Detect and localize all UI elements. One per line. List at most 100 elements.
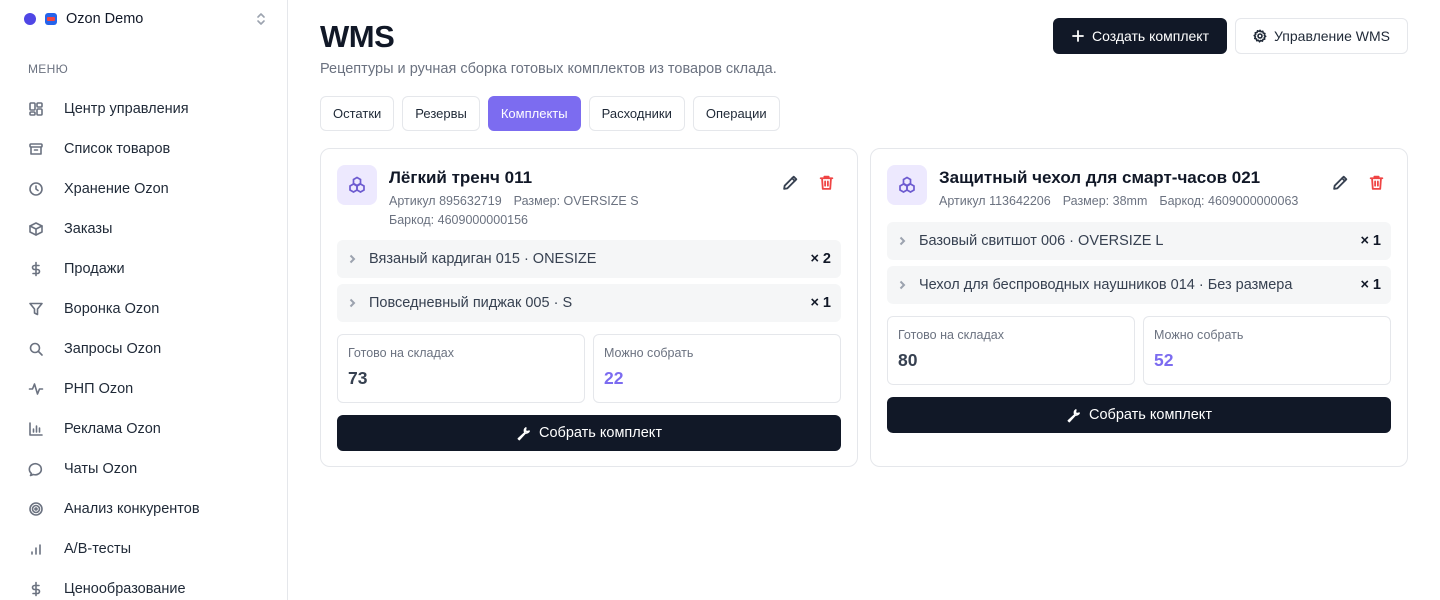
sidebar-item-products[interactable]: Список товаров	[28, 129, 268, 169]
component-row[interactable]: Вязаный кардиган 015 · ONESIZE × 2	[337, 240, 841, 278]
plus-icon	[1071, 29, 1085, 43]
delete-kit-button[interactable]	[1365, 171, 1387, 193]
component-name: Чехол для беспроводных наушников 014 · Б…	[919, 277, 1293, 293]
sidebar-item-label: Заказы	[64, 221, 113, 237]
sidebar-item-label: Продажи	[64, 261, 125, 277]
org-name: Ozon Demo	[66, 11, 144, 27]
target-icon	[28, 501, 44, 517]
tab-bar: Остатки Резервы Комплекты Расходники Опе…	[320, 96, 788, 131]
kit-barcode: Баркод: 4609000000156	[389, 213, 529, 227]
kit-meta: Артикул 895632719 Размер: OVERSIZE S Барк…	[389, 192, 759, 230]
activity-icon	[28, 381, 44, 397]
edit-kit-button[interactable]	[779, 171, 801, 193]
chevron-right-icon	[347, 298, 359, 308]
component-name: Вязаный кардиган 015 · ONESIZE	[369, 251, 597, 267]
ready-value: 80	[898, 350, 918, 370]
menu-section-label: МЕНЮ	[28, 62, 68, 76]
dollar-icon	[28, 261, 44, 277]
sidebar-item-label: Список товаров	[64, 141, 171, 157]
kit-size: Размер: 38mm	[1062, 194, 1148, 208]
filter-icon	[28, 301, 44, 317]
buildable-label: Можно собрать	[604, 346, 694, 360]
wrench-icon	[516, 426, 539, 441]
sidebar-item-label: Центр управления	[64, 101, 189, 117]
kit-card: Лёгкий тренч 011 Артикул 895632719 Размер…	[320, 148, 858, 467]
kit-title: Лёгкий тренч 011	[389, 168, 533, 187]
component-qty: × 2	[810, 251, 831, 267]
chevron-right-icon	[897, 236, 909, 246]
buildable-value: 22	[604, 368, 624, 388]
sidebar-item-funnel[interactable]: Воронка Ozon	[28, 289, 268, 329]
create-kit-button[interactable]: Создать комплект	[1053, 18, 1227, 54]
sidebar-item-competitors[interactable]: Анализ конкурентов	[28, 489, 268, 529]
component-qty: × 1	[1360, 277, 1381, 293]
kit-icon	[887, 165, 927, 205]
sidebar-item-label: Запросы Ozon	[64, 341, 162, 357]
tab-stock[interactable]: Остатки	[320, 96, 395, 131]
tab-kits[interactable]: Комплекты	[487, 96, 581, 131]
buildable-stat: Можно собрать 22	[593, 334, 841, 403]
chevrons-up-down-icon	[254, 10, 268, 28]
pencil-icon	[782, 175, 797, 190]
signal-bars-icon	[28, 541, 44, 557]
kit-meta: Артикул 113642206 Размер: 38mm Баркод: 460…	[939, 192, 1309, 211]
chevron-right-icon	[347, 254, 359, 264]
component-row[interactable]: Базовый свитшот 006 · OVERSIZE L × 1	[887, 222, 1391, 260]
component-name: Повседневный пиджак 005 · S	[369, 295, 573, 311]
sidebar-item-ads[interactable]: Реклама Ozon	[28, 409, 268, 449]
component-name: Базовый свитшот 006 · OVERSIZE L	[919, 233, 1164, 249]
wrench-icon	[1066, 408, 1089, 423]
sidebar-item-dashboard[interactable]: Центр управления	[28, 89, 268, 129]
archive-icon	[28, 141, 44, 157]
dashboard-icon	[28, 101, 44, 117]
sidebar-item-orders[interactable]: Заказы	[28, 209, 268, 249]
page-title: WMS	[320, 19, 395, 54]
ready-label: Готово на складах	[898, 328, 1004, 342]
component-row[interactable]: Чехол для беспроводных наушников 014 · Б…	[887, 266, 1391, 304]
manage-wms-label: Управление WMS	[1274, 28, 1390, 44]
sidebar-item-label: Чаты Ozon	[64, 461, 138, 477]
sidebar-item-pricing[interactable]: Ценообразование	[28, 569, 268, 600]
page-subtitle: Рецептуры и ручная сборка готовых компле…	[320, 61, 777, 77]
component-qty: × 1	[1360, 233, 1381, 249]
component-row[interactable]: Повседневный пиджак 005 · S × 1	[337, 284, 841, 322]
pencil-icon	[1332, 175, 1347, 190]
delete-kit-button[interactable]	[815, 171, 837, 193]
clock-icon	[28, 181, 44, 197]
tab-operations[interactable]: Операции	[692, 96, 780, 131]
ready-stat: Готово на складах 73	[337, 334, 585, 403]
build-kit-button[interactable]: Собрать комплект	[337, 415, 841, 451]
kit-article: Артикул 895632719	[389, 194, 502, 208]
ozon-logo-icon	[45, 13, 57, 25]
org-switcher[interactable]: Ozon Demo	[24, 8, 268, 30]
chevron-right-icon	[897, 280, 909, 290]
create-kit-label: Создать комплект	[1091, 28, 1210, 44]
trash-icon	[819, 175, 833, 190]
trash-icon	[1369, 175, 1383, 190]
sidebar-item-label: РНП Ozon	[64, 381, 134, 397]
sidebar-item-label: A/B-тесты	[64, 541, 132, 557]
tab-reserves[interactable]: Резервы	[402, 96, 480, 131]
sidebar-item-storage[interactable]: Хранение Ozon	[28, 169, 268, 209]
sidebar-item-rnp[interactable]: РНП Ozon	[28, 369, 268, 409]
dollar-icon	[28, 581, 44, 597]
gear-icon	[1253, 29, 1267, 43]
sidebar-nav: Центр управления Список товаров Хранение…	[28, 89, 268, 600]
build-kit-label: Собрать комплект	[539, 425, 662, 441]
buildable-value: 52	[1154, 350, 1174, 370]
kit-icon	[337, 165, 377, 205]
build-kit-button[interactable]: Собрать комплект	[887, 397, 1391, 433]
bar-chart-icon	[28, 421, 44, 437]
edit-kit-button[interactable]	[1329, 171, 1351, 193]
sidebar-item-ab-tests[interactable]: A/B-тесты	[28, 529, 268, 569]
sidebar-item-sales[interactable]: Продажи	[28, 249, 268, 289]
ready-stat: Готово на складах 80	[887, 316, 1135, 385]
kit-size: Размер: OVERSIZE S	[513, 194, 639, 208]
buildable-stat: Можно собрать 52	[1143, 316, 1391, 385]
manage-wms-button[interactable]: Управление WMS	[1235, 18, 1408, 54]
buildable-label: Можно собрать	[1154, 328, 1244, 342]
sidebar-item-chats[interactable]: Чаты Ozon	[28, 449, 268, 489]
tab-consumables[interactable]: Расходники	[588, 96, 685, 131]
sidebar-item-label: Анализ конкурентов	[64, 501, 200, 517]
sidebar-item-queries[interactable]: Запросы Ozon	[28, 329, 268, 369]
